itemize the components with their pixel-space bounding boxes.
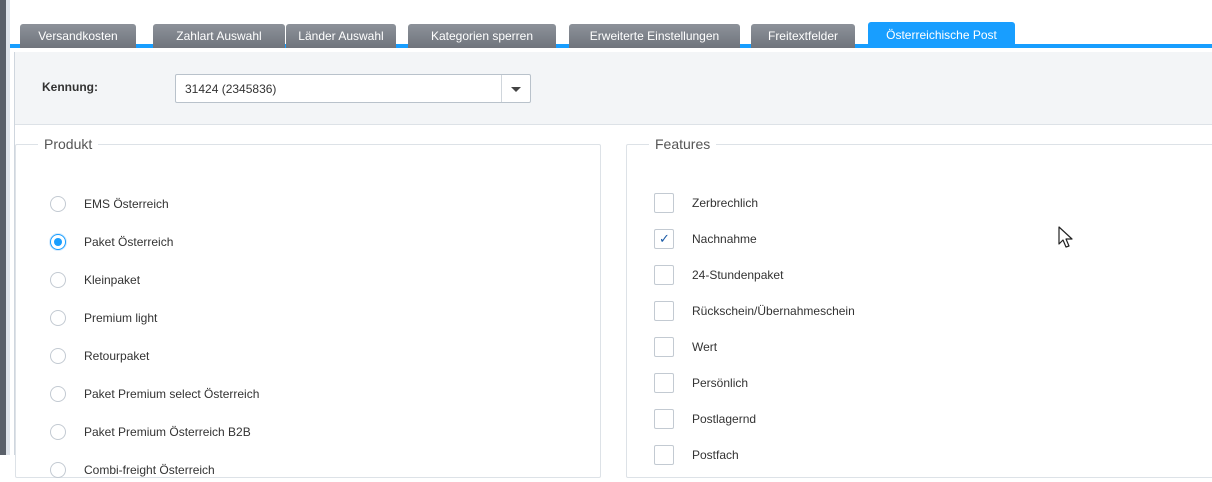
radio-label: Premium light: [84, 311, 158, 325]
checkmark-icon: ✓: [659, 231, 670, 246]
checkbox-label: Rückschein/Übernahmeschein: [692, 304, 855, 318]
tab-kategorien-sperren[interactable]: Kategorien sperren: [408, 24, 556, 48]
checkbox-label: 24-Stundenpaket: [692, 268, 784, 282]
checkbox-checked[interactable]: ✓: [654, 229, 674, 249]
checkbox[interactable]: [654, 301, 674, 321]
kennung-row: Kennung: 31424 (2345836): [15, 52, 1212, 125]
radio-button[interactable]: [50, 424, 66, 440]
checkbox[interactable]: [654, 337, 674, 357]
tab-bar: Versandkosten Zahlart Auswahl Länder Aus…: [10, 0, 1212, 48]
radio-button[interactable]: [50, 386, 66, 402]
produkt-group: Produkt EMS Österreich Paket Österreich …: [15, 136, 601, 478]
radio-label: Retourpaket: [84, 349, 150, 363]
radio-label: Paket Österreich: [84, 235, 174, 249]
tab-versandkosten[interactable]: Versandkosten: [20, 24, 136, 48]
checkbox-label: Zerbrechlich: [692, 196, 759, 210]
radio-button-selected[interactable]: [50, 234, 66, 250]
tab-oesterreichische-post[interactable]: Österreichische Post: [868, 22, 1015, 48]
checkbox-label: Nachnahme: [692, 232, 757, 246]
tab-zahlart-auswahl[interactable]: Zahlart Auswahl: [153, 24, 285, 48]
kennung-label: Kennung:: [42, 80, 98, 94]
radio-label: Kleinpaket: [84, 273, 141, 287]
features-legend: Features: [655, 136, 711, 152]
checkbox[interactable]: [654, 373, 674, 393]
tab-laender-auswahl[interactable]: Länder Auswahl: [286, 24, 396, 48]
checkbox-label: Postlagernd: [692, 412, 757, 426]
radio-label: Combi-freight Österreich: [84, 463, 215, 477]
chevron-down-icon[interactable]: [511, 87, 521, 92]
radio-button[interactable]: [50, 310, 66, 326]
radio-label: EMS Österreich: [84, 197, 169, 211]
kennung-select-value: 31424 (2345836): [185, 82, 277, 96]
produkt-legend: Produkt: [44, 136, 93, 152]
radio-button[interactable]: [50, 348, 66, 364]
select-divider: [501, 75, 502, 102]
tab-erweiterte-einstellungen[interactable]: Erweiterte Einstellungen: [569, 24, 740, 48]
checkbox[interactable]: [654, 409, 674, 429]
checkbox-label: Postfach: [692, 448, 739, 462]
checkbox[interactable]: [654, 265, 674, 285]
radio-label: Paket Premium Österreich B2B: [84, 425, 251, 439]
radio-button[interactable]: [50, 272, 66, 288]
features-group: Features Zerbrechlich ✓ Nachnahme 24-Stu…: [626, 136, 1212, 478]
tab-freitextfelder[interactable]: Freitextfelder: [751, 24, 855, 48]
checkbox[interactable]: [654, 445, 674, 465]
radio-dot-icon: [54, 238, 62, 246]
kennung-select[interactable]: 31424 (2345836): [175, 74, 531, 103]
checkbox[interactable]: [654, 193, 674, 213]
checkbox-label: Wert: [692, 340, 718, 354]
radio-button[interactable]: [50, 196, 66, 212]
window-left-edge-inner: [6, 0, 10, 455]
radio-button[interactable]: [50, 462, 66, 478]
mouse-cursor-icon: [1058, 226, 1073, 248]
tab-content: Kennung: 31424 (2345836) Produkt EMS Öst…: [14, 52, 1212, 478]
checkbox-label: Persönlich: [692, 376, 749, 390]
radio-label: Paket Premium select Österreich: [84, 387, 260, 401]
